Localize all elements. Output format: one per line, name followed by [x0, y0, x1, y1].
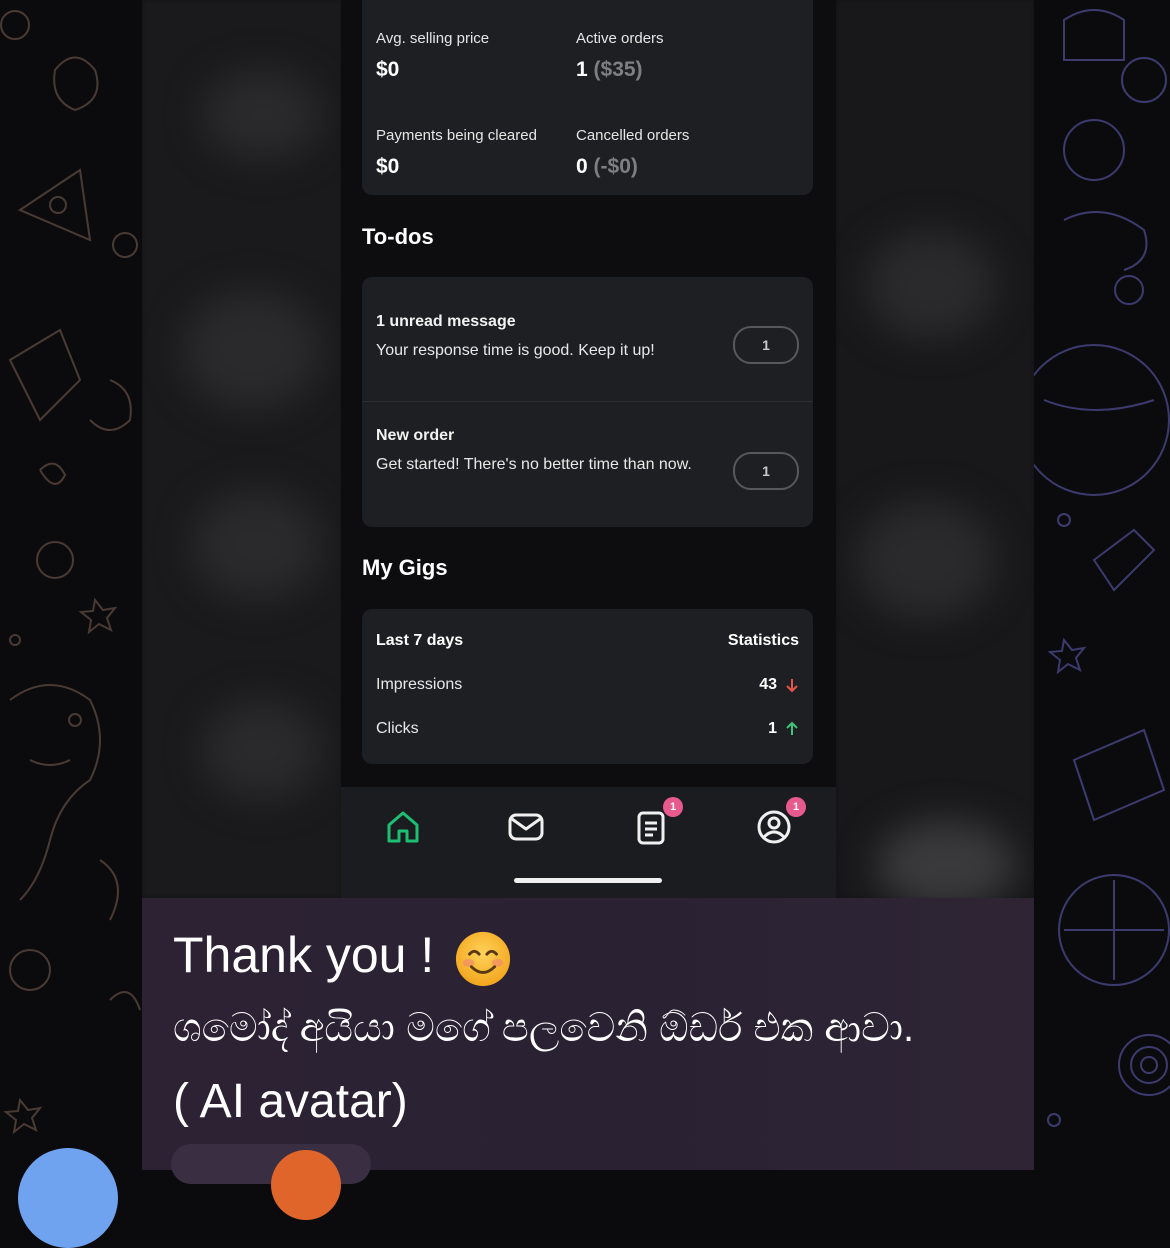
- impressions-label: Impressions: [376, 676, 463, 693]
- tab-inbox[interactable]: [506, 807, 546, 847]
- cancelled-orders-count: 0: [576, 155, 588, 178]
- clicks-value: 1: [768, 720, 777, 737]
- payments-cleared-value: $0: [376, 155, 400, 178]
- home-indicator: [514, 878, 662, 883]
- chat-wallpaper-right: [1034, 0, 1170, 1170]
- todo-item-desc: Your response time is good. Keep it up!: [376, 342, 655, 359]
- todo-item-desc: Get started! There's no better time than…: [376, 456, 692, 473]
- mail-icon: [508, 813, 544, 841]
- reaction-avatar: [271, 1150, 341, 1220]
- message-caption: Thank you ! ශමෝද් අයියා මගේ පලවෙනි ඕඩර් …: [142, 898, 1034, 1220]
- impressions-value-group: 43: [759, 676, 799, 694]
- tab-orders[interactable]: 1: [631, 797, 683, 847]
- todos-card: 1 unread message Your response time is g…: [362, 277, 813, 527]
- impressions-value: 43: [759, 676, 777, 693]
- avg-selling-price-value: $0: [376, 58, 400, 81]
- payments-cleared-label: Payments being cleared: [376, 127, 537, 144]
- blurred-background-right: [836, 0, 1034, 898]
- smiling-face-emoji-icon: [456, 931, 511, 986]
- chat-wallpaper-left: [0, 0, 142, 1170]
- clicks-value-group: 1: [768, 720, 799, 738]
- active-orders-label: Active orders: [576, 30, 664, 47]
- active-orders-count: 1: [576, 58, 588, 81]
- arrow-down-icon: [786, 679, 798, 693]
- home-icon: [387, 811, 419, 843]
- clicks-label: Clicks: [376, 720, 419, 737]
- todo-divider: [362, 401, 813, 402]
- active-orders-amount: ($35): [593, 58, 643, 81]
- my-gigs-title: My Gigs: [362, 555, 448, 580]
- todo-count-pill[interactable]: 1: [733, 452, 799, 490]
- todo-count-pill[interactable]: 1: [733, 326, 799, 364]
- shared-screenshot[interactable]: Avg. selling price $0 Active orders 1 ($…: [142, 0, 1034, 898]
- reaction-bar[interactable]: [171, 1144, 371, 1220]
- arrow-up-icon: [786, 721, 798, 735]
- gigs-stats-card: Last 7 days Statistics Impressions 43 Cl…: [362, 609, 813, 764]
- caption-thanks: Thank you !: [173, 927, 435, 983]
- todo-item-title: New order: [376, 427, 455, 444]
- phone-screen: Avg. selling price $0 Active orders 1 ($…: [341, 0, 836, 898]
- impressions-row: Impressions 43: [376, 676, 799, 694]
- earnings-stats-card: Avg. selling price $0 Active orders 1 ($…: [362, 0, 813, 195]
- profile-badge: 1: [786, 797, 806, 817]
- period-label: Last 7 days: [376, 632, 464, 649]
- tab-profile[interactable]: 1: [754, 797, 806, 847]
- caption-line-2: ශමෝද් අයියා මගේ පලවෙනි ඕඩර් එක ආවා.: [173, 1006, 915, 1050]
- orders-badge: 1: [663, 797, 683, 817]
- cancelled-orders-label: Cancelled orders: [576, 127, 690, 144]
- todo-item-title: 1 unread message: [376, 313, 516, 330]
- caption-line-1: Thank you !: [173, 926, 512, 988]
- active-orders-value: 1 ($35): [576, 58, 643, 82]
- todos-title: To-dos: [362, 224, 434, 249]
- gigs-header-row: Last 7 days Statistics: [376, 632, 799, 650]
- sender-avatar[interactable]: [18, 1148, 118, 1248]
- bottom-tab-bar: 1 1: [341, 787, 836, 898]
- cancelled-orders-amount: (-$0): [593, 155, 638, 178]
- cancelled-orders-value: 0 (-$0): [576, 155, 638, 179]
- caption-line-3: ( AI avatar): [173, 1075, 408, 1128]
- blurred-background-left: [142, 0, 342, 898]
- statistics-link[interactable]: Statistics: [728, 632, 799, 650]
- tab-home[interactable]: [383, 807, 423, 847]
- clicks-row: Clicks 1: [376, 720, 799, 738]
- avg-selling-price-label: Avg. selling price: [376, 30, 490, 47]
